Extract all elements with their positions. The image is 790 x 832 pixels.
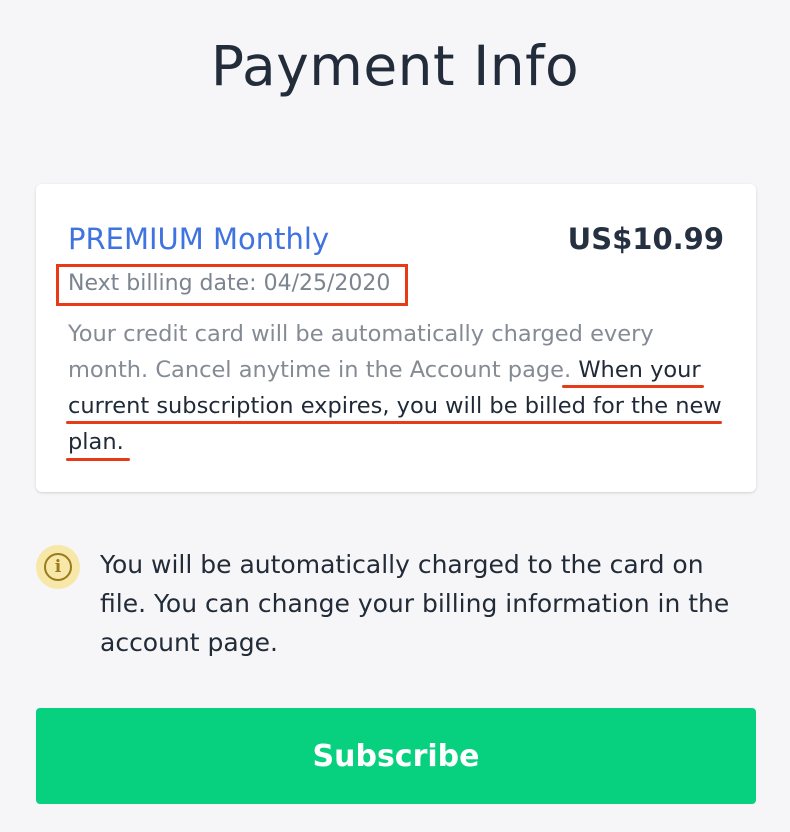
plan-card: PREMIUM Monthly US$10.99 Next billing da…: [36, 184, 756, 492]
plan-description: Your credit card will be automatically c…: [68, 316, 728, 460]
billing-info-text: You will be automatically charged to the…: [100, 550, 730, 657]
next-billing-date: Next billing date: 04/25/2020: [68, 271, 391, 296]
page-title: Payment Info: [210, 34, 580, 98]
info-icon: i: [36, 545, 80, 589]
subscribe-button[interactable]: Subscribe: [36, 708, 756, 804]
highlight-underline-3: [66, 458, 130, 461]
plan-name: PREMIUM Monthly: [68, 222, 330, 256]
plan-description-intro: Your credit card will be automatically c…: [68, 321, 654, 383]
highlight-underline-1: [562, 385, 704, 388]
plan-price: US$10.99: [567, 222, 724, 256]
highlight-underline-2: [66, 421, 722, 424]
